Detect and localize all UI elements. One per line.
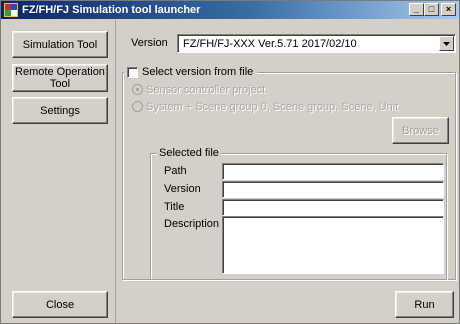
path-field[interactable] <box>222 163 444 180</box>
remote-operation-label-line2: Tool <box>49 78 71 90</box>
maximize-icon: □ <box>428 4 435 14</box>
browse-button[interactable]: Browse <box>392 117 449 144</box>
version-field-label: Version <box>164 183 201 195</box>
settings-label: Settings <box>40 104 80 117</box>
selected-file-legend: Selected file <box>157 147 221 159</box>
version-field[interactable] <box>222 181 444 198</box>
simulation-tool-label: Simulation Tool <box>22 38 98 51</box>
version-select-value: FZ/FH/FJ-XXX Ver.5.71 2017/02/10 <box>183 38 357 50</box>
close-icon: × <box>445 4 452 14</box>
app-icon <box>4 3 18 17</box>
select-from-file-checkbox[interactable] <box>127 67 138 78</box>
path-label: Path <box>164 165 187 177</box>
run-button[interactable]: Run <box>395 291 454 318</box>
title-bar[interactable]: FZ/FH/FJ Simulation tool launcher _ □ × <box>1 1 459 19</box>
launcher-window: FZ/FH/FJ Simulation tool launcher _ □ × … <box>0 0 460 324</box>
title-label: Title <box>164 201 185 213</box>
version-select[interactable]: FZ/FH/FJ-XXX Ver.5.71 2017/02/10 <box>177 34 456 53</box>
close-button[interactable]: Close <box>12 291 108 318</box>
remote-operation-tool-button[interactable]: Remote Operation Tool <box>12 64 108 92</box>
description-label: Description <box>164 218 220 230</box>
version-label: Version <box>131 37 168 49</box>
minimize-icon: _ <box>413 4 419 14</box>
select-from-file-label[interactable]: Select version from file <box>142 66 253 78</box>
remote-operation-label-line1: Remote Operation <box>15 66 105 78</box>
close-window-button[interactable]: × <box>441 3 456 16</box>
radio-sensor-project-label: Sensor controller project <box>146 84 266 96</box>
radio-system-scene[interactable] <box>132 101 143 112</box>
description-field[interactable] <box>222 216 444 274</box>
title-field[interactable] <box>222 199 444 216</box>
radio-sensor-project[interactable] <box>132 84 143 95</box>
simulation-tool-button[interactable]: Simulation Tool <box>12 31 108 58</box>
dropdown-button[interactable] <box>439 36 454 51</box>
window-title: FZ/FH/FJ Simulation tool launcher <box>22 4 201 16</box>
minimize-button[interactable]: _ <box>409 3 424 16</box>
close-label: Close <box>45 298 75 311</box>
settings-button[interactable]: Settings <box>12 97 108 124</box>
run-label: Run <box>414 298 435 311</box>
browse-label: Browse <box>402 124 439 137</box>
maximize-button[interactable]: □ <box>424 3 439 16</box>
radio-system-scene-label: System + Scene group 0, Scene group, Sce… <box>146 101 399 113</box>
chevron-down-icon <box>443 42 450 46</box>
